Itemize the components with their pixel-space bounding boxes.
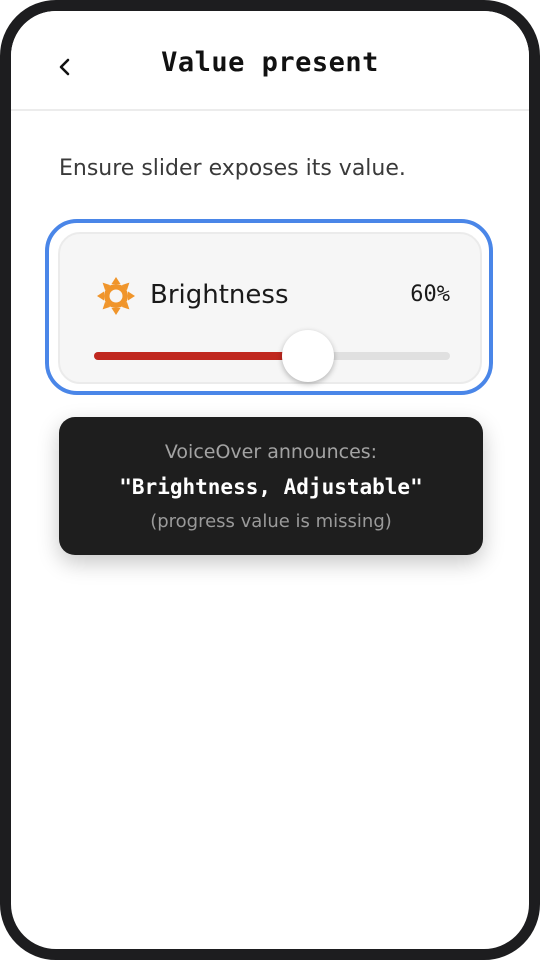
slider-thumb[interactable] (281, 330, 334, 382)
slider-value: 60% (410, 282, 450, 307)
brightness-slider-card[interactable]: Brightness 60% (58, 232, 482, 384)
navigation-bar: Value present (11, 11, 529, 111)
sun-icon (97, 277, 135, 315)
slider-fill (94, 352, 308, 360)
description-text: Ensure slider exposes its value. (59, 156, 406, 181)
phone-frame: Value present Ensure slider exposes its … (0, 0, 540, 960)
page-title: Value present (161, 47, 379, 78)
announcement-note: (progress value is missing) (150, 511, 392, 532)
slider-label: Brightness (150, 280, 289, 310)
voiceover-announcement-tooltip: VoiceOver announces: "Brightness, Adjust… (59, 417, 483, 555)
announcement-spoken-text: "Brightness, Adjustable" (119, 475, 423, 499)
announcement-heading: VoiceOver announces: (164, 441, 378, 463)
slider-track[interactable] (94, 352, 450, 360)
